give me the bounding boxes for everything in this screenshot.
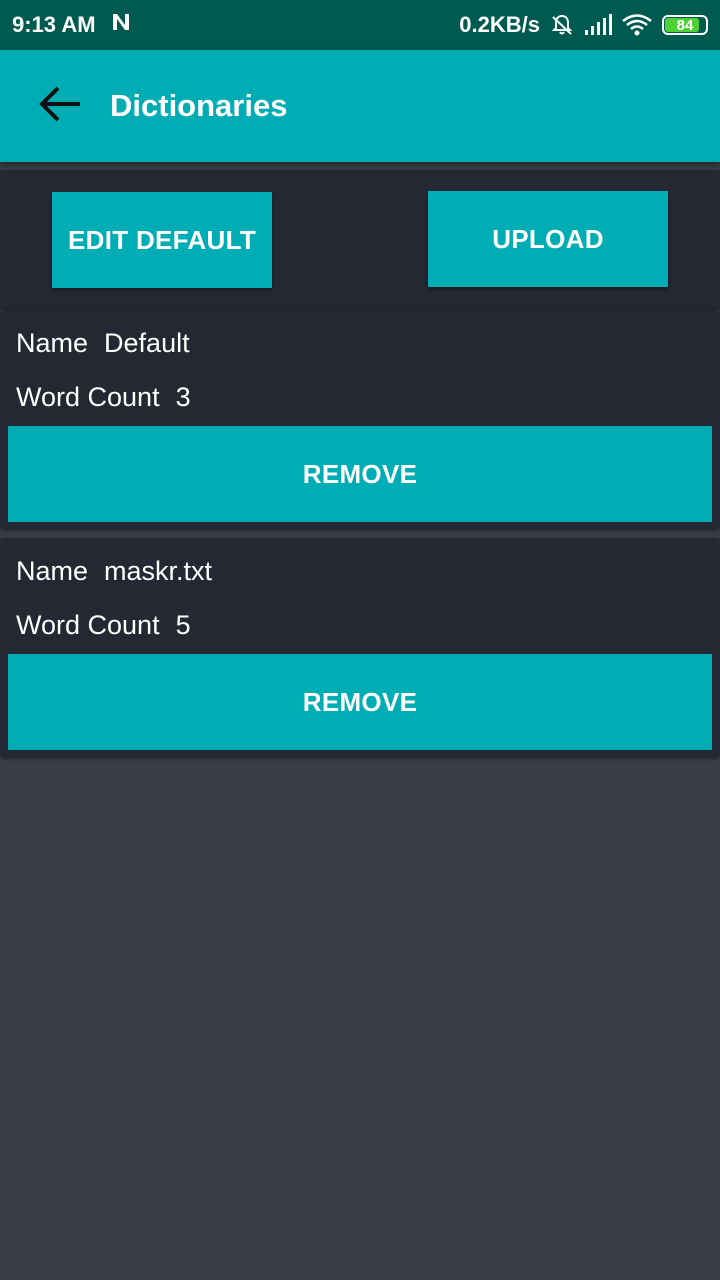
app-bar: Dictionaries: [0, 50, 720, 162]
battery-icon: 84: [662, 15, 708, 35]
battery-level: 84: [676, 16, 694, 34]
word-count-value: 3: [175, 382, 191, 412]
signal-icon: [584, 14, 612, 36]
word-count-row: Word Count 5: [16, 610, 191, 641]
remove-button[interactable]: REMOVE: [8, 426, 712, 522]
main-content: EDIT DEFAULT UPLOAD Name Default Word Co…: [0, 170, 720, 756]
dictionary-card: Name maskr.txt Word Count 5 REMOVE: [0, 538, 720, 756]
page-title: Dictionaries: [110, 88, 288, 123]
dictionary-name: maskr.txt: [104, 556, 213, 586]
name-label: Name: [16, 328, 89, 358]
battery-body: 84: [662, 15, 708, 35]
notification-n-icon: [110, 11, 132, 39]
arrow-left-icon: [38, 84, 82, 129]
upload-button[interactable]: UPLOAD: [428, 191, 668, 287]
word-count-value: 5: [175, 610, 191, 640]
wifi-icon: [622, 14, 652, 36]
name-label: Name: [16, 556, 89, 586]
network-speed: 0.2KB/s: [459, 12, 540, 37]
word-count-label: Word Count: [16, 382, 160, 412]
remove-button[interactable]: REMOVE: [8, 654, 712, 750]
back-button[interactable]: [28, 74, 92, 138]
status-bar: 9:13 AM 0.2KB/s 84: [0, 0, 720, 50]
status-time: 9:13 AM: [12, 12, 96, 37]
dictionary-card: Name Default Word Count 3 REMOVE: [0, 310, 720, 528]
dictionary-name-row: Name maskr.txt: [16, 556, 212, 587]
mute-bell-icon: [550, 13, 574, 37]
edit-default-button[interactable]: EDIT DEFAULT: [52, 192, 272, 288]
top-actions: EDIT DEFAULT UPLOAD: [0, 170, 720, 310]
dictionary-name: Default: [104, 328, 190, 358]
word-count-label: Word Count: [16, 610, 160, 640]
word-count-row: Word Count 3: [16, 382, 191, 413]
dictionary-name-row: Name Default: [16, 328, 190, 359]
